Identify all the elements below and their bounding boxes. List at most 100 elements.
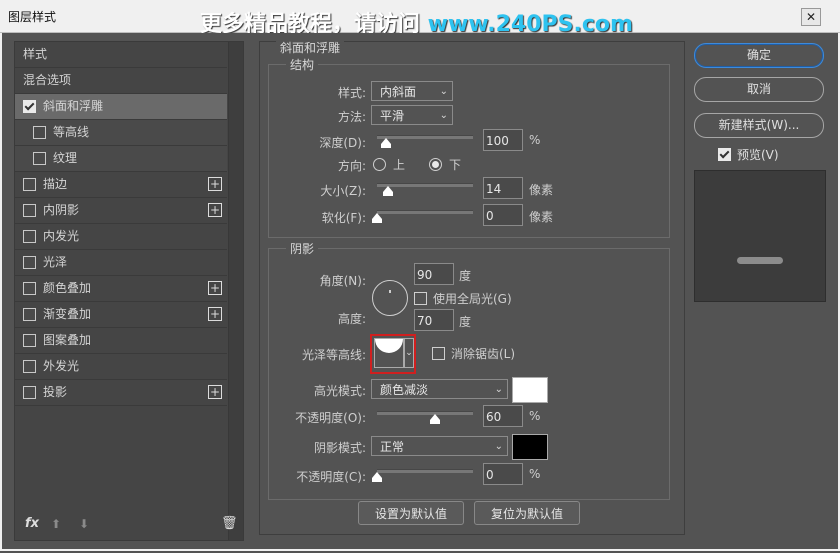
shadow-opacity-unit: % [529, 467, 541, 481]
depth-input[interactable]: 100 [483, 129, 523, 151]
style-list-item[interactable]: 光泽 [15, 250, 227, 276]
highlight-opacity-unit: % [529, 409, 541, 423]
shadow-opacity-label: 不透明度(C): [296, 470, 366, 484]
style-checkbox[interactable] [23, 178, 36, 191]
style-list-item[interactable]: 投影 + [15, 380, 227, 406]
preview-checkbox[interactable] [718, 148, 731, 161]
preview-label: 预览(V) [737, 148, 779, 162]
chevron-down-icon[interactable]: ⌄ [404, 338, 414, 368]
angle-unit: 度 [459, 269, 472, 283]
style-checkbox[interactable] [23, 334, 36, 347]
technique-label: 方法: [337, 110, 366, 124]
style-list-item[interactable]: 等高线 [15, 120, 227, 146]
highlight-mode-select[interactable]: 颜色减淡 ⌄ [371, 379, 508, 399]
shading-title: 阴影 [286, 240, 319, 257]
style-checkbox[interactable] [33, 126, 46, 139]
depth-slider-handle[interactable] [381, 138, 391, 148]
style-list-item[interactable]: 外发光 [15, 354, 227, 380]
gloss-contour-preview[interactable] [374, 338, 404, 368]
ok-button[interactable]: 确定 [694, 43, 824, 68]
new-style-button[interactable]: 新建样式(W)... [694, 113, 824, 138]
style-list-label: 图案叠加 [43, 333, 92, 347]
style-list-label: 颜色叠加 [43, 281, 92, 295]
style-list-item[interactable]: 图案叠加 [15, 328, 227, 354]
style-checkbox[interactable] [23, 386, 36, 399]
soften-slider[interactable] [377, 210, 473, 214]
arrow-up-icon[interactable]: ⬆ [51, 517, 61, 531]
style-list-item[interactable]: 纹理 [15, 146, 227, 172]
soften-unit: 像素 [529, 210, 554, 224]
chevron-down-icon: ⌄ [494, 384, 503, 395]
shadow-mode-select[interactable]: 正常 ⌄ [371, 436, 508, 456]
style-checkbox[interactable] [23, 308, 36, 321]
cancel-button[interactable]: 取消 [694, 77, 824, 102]
size-slider-handle[interactable] [383, 186, 393, 196]
soften-slider-handle[interactable] [372, 213, 382, 223]
style-list-item[interactable]: 样式 [15, 42, 227, 68]
style-checkbox[interactable] [23, 256, 36, 269]
antialias-checkbox[interactable] [432, 347, 445, 360]
shadow-color-swatch[interactable] [512, 434, 548, 460]
style-list-label: 光泽 [43, 255, 68, 269]
angle-dial[interactable] [372, 280, 408, 316]
style-list-item[interactable]: 内发光 [15, 224, 227, 250]
style-list-item[interactable]: 颜色叠加 + [15, 276, 227, 302]
add-icon[interactable]: + [208, 385, 222, 399]
style-list-label: 外发光 [43, 359, 80, 373]
style-preview-thumbnail [694, 170, 826, 302]
highlight-opacity-input[interactable]: 60 [483, 405, 523, 427]
gloss-contour-picker[interactable]: ⌄ [370, 334, 416, 374]
style-checkbox[interactable] [23, 204, 36, 217]
trash-icon[interactable]: 🗑 [221, 516, 238, 531]
shadow-opacity-input[interactable]: 0 [483, 463, 523, 485]
style-list-item[interactable]: 混合选项 [15, 68, 227, 94]
reset-default-button[interactable]: 复位为默认值 [474, 501, 580, 525]
angle-input[interactable]: 90 [414, 263, 454, 285]
structure-title: 结构 [286, 56, 319, 73]
style-select[interactable]: 内斜面 ⌄ [371, 81, 453, 101]
altitude-input[interactable]: 70 [414, 309, 454, 331]
highlight-opacity-slider[interactable] [377, 411, 473, 415]
style-list-label: 混合选项 [23, 73, 72, 87]
style-checkbox[interactable] [23, 360, 36, 373]
direction-up-radio[interactable] [373, 158, 386, 171]
style-checkbox[interactable] [23, 230, 36, 243]
highlight-color-swatch[interactable] [512, 377, 548, 403]
add-icon[interactable]: + [208, 307, 222, 321]
style-checkbox[interactable] [23, 282, 36, 295]
size-input[interactable]: 14 [483, 177, 523, 199]
shadow-mode-label: 阴影模式: [313, 441, 366, 455]
depth-slider[interactable] [377, 135, 473, 139]
altitude-label: 高度: [337, 312, 366, 326]
shadow-opacity-slider-handle[interactable] [372, 472, 382, 482]
style-checkbox[interactable] [33, 152, 46, 165]
bevel-title: 斜面和浮雕 [276, 39, 345, 56]
style-list-scrollbar[interactable] [228, 42, 243, 540]
style-list-item[interactable]: 描边 + [15, 172, 227, 198]
style-list-label: 渐变叠加 [43, 307, 92, 321]
shadow-mode-value: 正常 [380, 440, 405, 454]
style-list-item[interactable]: 内阴影 + [15, 198, 227, 224]
direction-down-radio[interactable] [429, 158, 442, 171]
arrow-down-icon[interactable]: ⬇ [79, 517, 89, 531]
style-checkbox[interactable] [23, 100, 36, 113]
highlight-opacity-slider-handle[interactable] [430, 414, 440, 424]
global-light-checkbox[interactable] [414, 292, 427, 305]
add-icon[interactable]: + [208, 203, 222, 217]
bevel-panel: 斜面和浮雕 结构 样式: 内斜面 ⌄ 方法: 平滑 ⌄ 深度(D): 100 % 方… [259, 39, 685, 535]
soften-input[interactable]: 0 [483, 204, 523, 226]
style-list-label: 内阴影 [43, 203, 80, 217]
style-list-label: 纹理 [53, 151, 78, 165]
style-list-label: 描边 [43, 177, 68, 191]
fx-icon[interactable]: fx [25, 516, 39, 531]
shadow-opacity-slider[interactable] [377, 469, 473, 473]
style-list-item[interactable]: 渐变叠加 + [15, 302, 227, 328]
style-list-item[interactable]: 斜面和浮雕 [15, 94, 227, 120]
technique-select[interactable]: 平滑 ⌄ [371, 105, 453, 125]
angle-label: 角度(N): [319, 274, 366, 288]
set-default-button[interactable]: 设置为默认值 [358, 501, 464, 525]
add-icon[interactable]: + [208, 177, 222, 191]
highlight-mode-value: 颜色减淡 [380, 383, 429, 397]
close-icon[interactable]: ✕ [801, 8, 821, 26]
add-icon[interactable]: + [208, 281, 222, 295]
